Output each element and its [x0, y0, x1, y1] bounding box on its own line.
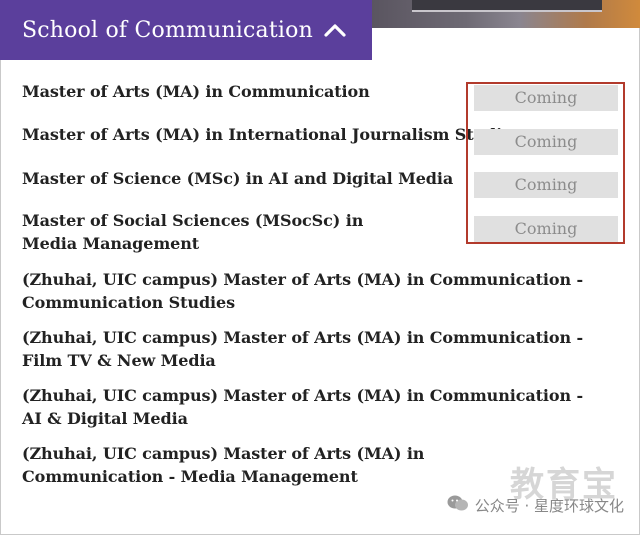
program-item-uic-ai-digital-media[interactable]: (Zhuhai, UIC campus) Master of Arts (MA)… [22, 384, 602, 430]
header-photo [372, 0, 640, 28]
coming-badge: Coming [474, 216, 618, 242]
accordion-title: School of Communication [22, 17, 313, 43]
wechat-icon [447, 494, 469, 516]
chevron-up-icon[interactable] [324, 19, 346, 41]
coming-badge: Coming [474, 85, 618, 111]
program-item-uic-film-tv-new-media[interactable]: (Zhuhai, UIC campus) Master of Arts (MA)… [22, 326, 622, 372]
program-item-msc-ai-digital-media[interactable]: Master of Science (MSc) in AI and Digita… [22, 167, 453, 190]
program-item-ma-communication[interactable]: Master of Arts (MA) in Communication [22, 80, 370, 103]
program-item-msocsc-media-management[interactable]: Master of Social Sciences (MSocSc) in Me… [22, 209, 392, 255]
coming-badge: Coming [474, 129, 618, 155]
program-item-ma-international-journalism[interactable]: Master of Arts (MA) in International Jou… [22, 123, 521, 146]
coming-badge: Coming [474, 172, 618, 198]
accordion-header[interactable]: School of Communication [0, 0, 372, 60]
coming-highlight-box: Coming Coming Coming Coming [466, 82, 625, 244]
watermark: 公众号 · 星度环球文化 [447, 494, 624, 516]
program-item-uic-media-management[interactable]: (Zhuhai, UIC campus) Master of Arts (MA)… [22, 442, 562, 488]
photo-desk-shape [412, 0, 602, 12]
watermark-caption: 公众号 · 星度环球文化 [474, 496, 624, 515]
program-item-uic-communication-studies[interactable]: (Zhuhai, UIC campus) Master of Arts (MA)… [22, 268, 627, 314]
